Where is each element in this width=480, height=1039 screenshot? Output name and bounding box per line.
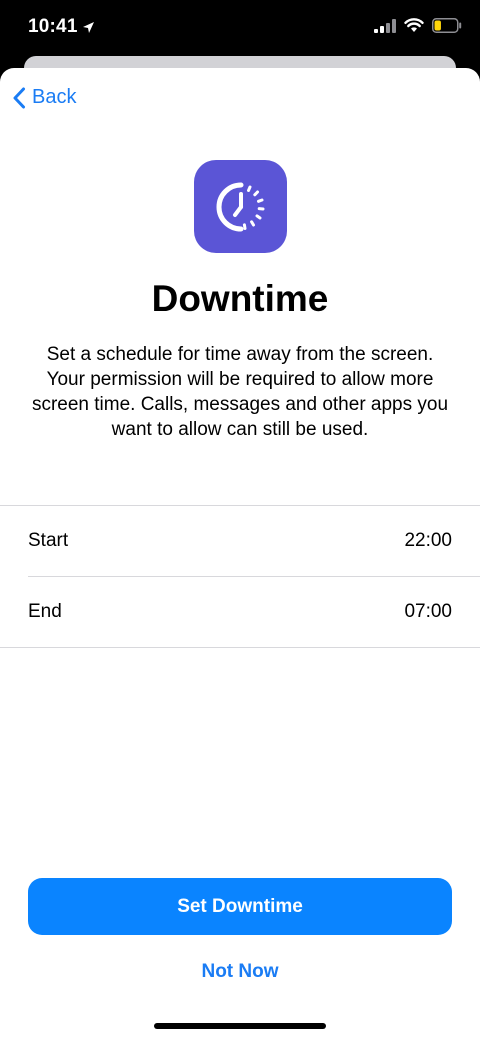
page-title: Downtime (151, 278, 329, 319)
status-time-label: 10:41 (28, 16, 78, 37)
schedule-end-value: 07:00 (404, 601, 452, 622)
status-time: 10:41 (28, 16, 95, 38)
battery-icon (432, 18, 462, 33)
downtime-app-icon (194, 160, 287, 253)
schedule-start-value: 22:00 (404, 530, 452, 551)
back-button[interactable]: Back (12, 86, 76, 109)
schedule-list: Start 22:00 End 07:00 (0, 505, 480, 648)
back-label: Back (32, 86, 77, 108)
schedule-row-end[interactable]: End 07:00 (28, 576, 480, 647)
downtime-sheet: Back Downtime Set a schedule for time aw… (0, 68, 480, 1039)
downtime-clock-icon (216, 182, 264, 231)
location-arrow-icon (82, 21, 94, 33)
chevron-left-icon (13, 87, 25, 108)
wifi-icon (404, 18, 424, 32)
not-now-button[interactable]: Not Now (140, 952, 340, 992)
schedule-end-label: End (28, 601, 62, 622)
status-indicators (374, 18, 462, 33)
status-bar: 10:41 (0, 0, 480, 56)
schedule-row-start[interactable]: Start 22:00 (28, 506, 480, 576)
page-description: Set a schedule for time away from the sc… (31, 344, 449, 440)
cellular-signal-icon (374, 18, 396, 33)
battery-fill (434, 20, 441, 31)
home-indicator (154, 1023, 326, 1029)
set-downtime-button[interactable]: Set Downtime (28, 878, 452, 935)
schedule-start-label: Start (28, 530, 69, 551)
